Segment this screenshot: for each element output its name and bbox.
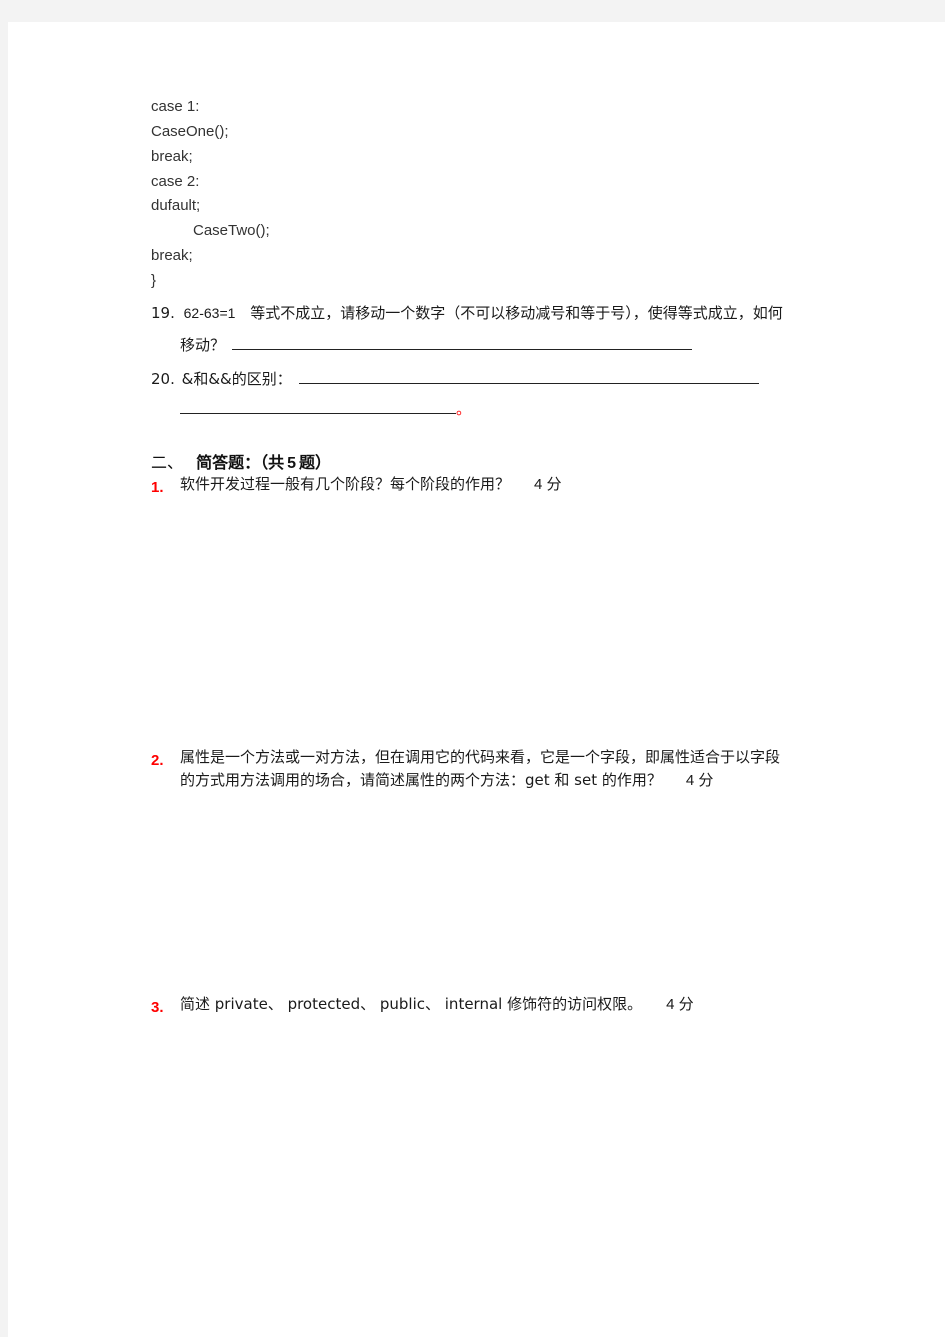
section-heading: 二、 简答题：（共 5 题）	[151, 449, 331, 473]
code-line: break;	[151, 247, 193, 264]
answer-area[interactable]	[151, 1022, 851, 1302]
code-line: CaseTwo();	[193, 222, 270, 239]
question-text: 等式不成立，请移动一个数字（不可以移动减号和等于号），使得等式成立，如何	[250, 304, 783, 322]
code-line: CaseOne();	[151, 123, 229, 140]
document-page: case 1: CaseOne(); break; case 2: dufaul…	[8, 22, 945, 1337]
section-suffix: 题）	[299, 453, 332, 472]
question-number: 19.	[151, 304, 175, 322]
question-text: 的方式用方法调用的场合，请简述属性的两个方法：get 和 set 的作用？	[180, 771, 662, 789]
question-text: 属性是一个方法或一对方法，但在调用它的代码来看，它是一个字段，即属性适合于以字段	[180, 748, 781, 766]
code-line: break;	[151, 148, 193, 165]
question-text: &和&&的区别：	[181, 370, 292, 388]
question-number: 20.	[151, 370, 175, 388]
expression: 62-63=1	[183, 305, 236, 321]
section-title: 简答题：（共	[196, 453, 285, 472]
answer-blank[interactable]	[298, 367, 759, 384]
answer-area[interactable]	[151, 502, 851, 732]
question-text: 移动？	[180, 336, 226, 354]
end-mark: 。	[456, 400, 472, 418]
code-line: dufault;	[151, 197, 201, 214]
question-number: 2.	[151, 752, 164, 769]
answer-blank[interactable]	[180, 397, 456, 414]
points: 4 分	[666, 996, 694, 1013]
code-line: case 2:	[151, 173, 200, 190]
question-number: 1.	[151, 479, 164, 496]
answer-area[interactable]	[151, 797, 851, 987]
question-text: 软件开发过程一般有几个阶段？每个阶段的作用？	[180, 475, 511, 493]
code-line: case 1:	[151, 98, 200, 115]
question-text: 简述 private、 protected、 public、 internal …	[180, 995, 643, 1013]
section-count: 5	[287, 455, 297, 472]
section-prefix: 二、	[151, 453, 184, 472]
points: 4 分	[685, 772, 714, 789]
code-line: }	[151, 272, 157, 289]
answer-blank[interactable]	[231, 333, 692, 350]
points: 4 分	[534, 476, 562, 493]
question-number: 3.	[151, 999, 164, 1016]
